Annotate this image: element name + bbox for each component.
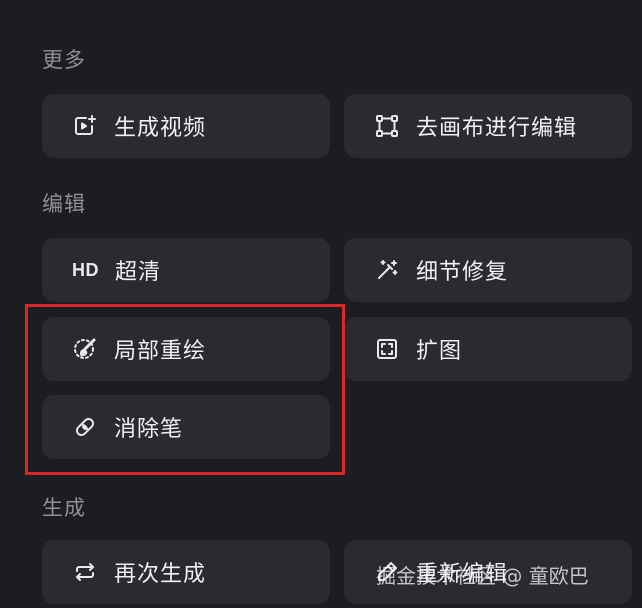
- hd-upscale-label: 超清: [115, 260, 162, 285]
- hd-upscale-button[interactable]: HD 超清: [42, 238, 330, 302]
- hd-icon: HD: [72, 259, 99, 280]
- generate-video-label: 生成视频: [114, 116, 207, 141]
- detail-repair-button[interactable]: 细节修复: [344, 238, 632, 302]
- expand-image-button[interactable]: 扩图: [344, 317, 632, 381]
- section-title-generate: 生成: [42, 496, 86, 520]
- detail-repair-label: 细节修复: [416, 260, 509, 285]
- section-title-edit: 编辑: [42, 192, 86, 216]
- eraser-label: 消除笔: [114, 417, 184, 442]
- inpaint-label: 局部重绘: [114, 339, 207, 364]
- eraser-button[interactable]: 消除笔: [42, 395, 330, 459]
- expand-frame-icon: [374, 336, 400, 362]
- section-title-more: 更多: [42, 48, 86, 72]
- regenerate-label: 再次生成: [114, 562, 207, 587]
- crop-frame-icon: [374, 113, 400, 139]
- video-plus-icon: [72, 113, 98, 139]
- canvas-edit-button[interactable]: 去画布进行编辑: [344, 94, 632, 158]
- repeat-icon: [72, 559, 98, 585]
- brush-circle-icon: [72, 336, 98, 362]
- regenerate-button[interactable]: 再次生成: [42, 540, 330, 604]
- watermark-text: 掘金技术社区 @ 童欧巴: [376, 564, 589, 588]
- canvas-edit-label: 去画布进行编辑: [416, 116, 578, 141]
- generate-video-button[interactable]: 生成视频: [42, 94, 330, 158]
- eraser-icon: [72, 414, 98, 440]
- inpaint-button[interactable]: 局部重绘: [42, 317, 330, 381]
- expand-image-label: 扩图: [416, 339, 463, 364]
- magic-wand-icon: [374, 257, 400, 283]
